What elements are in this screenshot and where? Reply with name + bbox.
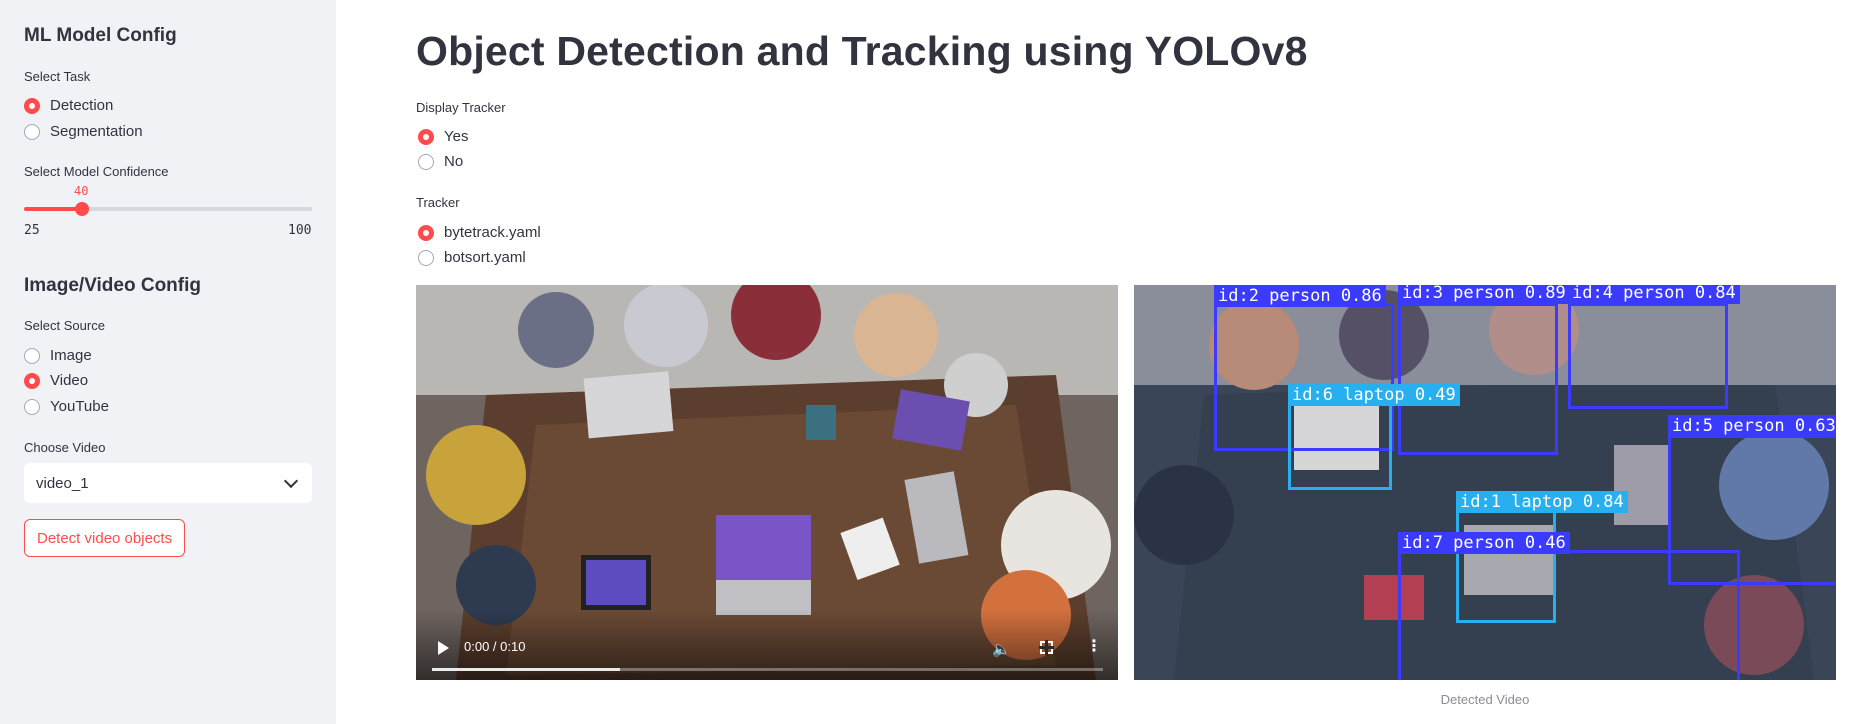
radio-selected-icon bbox=[24, 372, 40, 389]
fullscreen-icon[interactable] bbox=[1039, 640, 1054, 655]
confidence-slider[interactable] bbox=[24, 202, 312, 216]
video-progress-bar[interactable] bbox=[432, 668, 1103, 671]
detection-box bbox=[1568, 303, 1728, 409]
detection-label: id:7 person 0.46 bbox=[1398, 532, 1570, 554]
detection-label: id:3 person 0.89 bbox=[1398, 285, 1570, 304]
detection-box bbox=[1398, 303, 1558, 455]
radio-empty-icon bbox=[418, 153, 434, 170]
display-tracker-yes[interactable]: Yes bbox=[418, 128, 468, 145]
video-select-label: Choose Video bbox=[24, 440, 106, 455]
source-option-youtube[interactable]: YouTube bbox=[24, 398, 109, 415]
detected-video: id:2 person 0.86 id:3 person 0.89 id:4 p… bbox=[1134, 285, 1836, 680]
display-tracker-option-label: No bbox=[444, 153, 464, 170]
radio-empty-icon bbox=[24, 123, 40, 140]
display-tracker-option-label: Yes bbox=[444, 128, 469, 145]
task-option-label: Detection bbox=[50, 97, 114, 114]
radio-empty-icon bbox=[418, 249, 434, 266]
volume-icon[interactable]: 🔈 bbox=[992, 640, 1011, 658]
radio-selected-icon bbox=[24, 97, 40, 114]
source-option-video[interactable]: Video bbox=[24, 372, 88, 389]
radio-empty-icon bbox=[24, 398, 40, 415]
source-option-label: Video bbox=[50, 372, 89, 389]
play-icon[interactable] bbox=[438, 641, 449, 655]
source-video-player[interactable]: 0:00 / 0:10 🔈 ⋮ bbox=[416, 285, 1118, 680]
video-controls: 0:00 / 0:10 🔈 ⋮ bbox=[416, 610, 1118, 680]
detection-label: id:4 person 0.84 bbox=[1568, 285, 1740, 304]
detection-box bbox=[1288, 392, 1392, 490]
media-config-heading: Image/Video Config bbox=[24, 275, 202, 296]
video-time: 0:00 / 0:10 bbox=[464, 639, 526, 654]
task-option-detection[interactable]: Detection bbox=[24, 97, 113, 114]
sidebar: ML Model Config Select Task Detection Se… bbox=[0, 0, 336, 724]
ml-config-heading: ML Model Config bbox=[24, 25, 177, 46]
source-option-label: YouTube bbox=[50, 398, 109, 415]
detection-box bbox=[1398, 550, 1740, 680]
tracker-option-bytetrack[interactable]: bytetrack.yaml bbox=[418, 224, 541, 241]
detection-label: id:5 person 0.63 bbox=[1668, 415, 1836, 437]
display-tracker-label: Display Tracker bbox=[416, 100, 506, 115]
source-label: Select Source bbox=[24, 318, 105, 333]
slider-thumb[interactable] bbox=[75, 202, 89, 216]
detected-video-caption: Detected Video bbox=[1440, 692, 1530, 707]
confidence-max: 100 bbox=[288, 223, 312, 238]
confidence-value: 40 bbox=[74, 184, 89, 198]
video-select-value: video_1 bbox=[36, 474, 89, 492]
confidence-min: 25 bbox=[24, 223, 40, 238]
radio-selected-icon bbox=[418, 128, 434, 145]
tracker-option-label: bytetrack.yaml bbox=[444, 224, 541, 241]
detection-label: id:2 person 0.86 bbox=[1214, 285, 1386, 307]
source-option-image[interactable]: Image bbox=[24, 347, 92, 364]
video-select[interactable]: video_1 bbox=[24, 463, 312, 503]
chevron-down-icon bbox=[283, 473, 299, 488]
task-label: Select Task bbox=[24, 69, 91, 84]
more-options-icon[interactable]: ⋮ bbox=[1086, 639, 1102, 655]
tracker-option-label: botsort.yaml bbox=[444, 249, 526, 266]
slider-fill bbox=[24, 207, 82, 211]
tracker-label: Tracker bbox=[416, 195, 460, 210]
radio-empty-icon bbox=[24, 347, 40, 364]
detection-label: id:1 laptop 0.84 bbox=[1456, 491, 1628, 513]
page-title: Object Detection and Tracking using YOLO… bbox=[416, 28, 1308, 74]
detect-video-button[interactable]: Detect video objects bbox=[24, 519, 186, 557]
tracker-option-botsort[interactable]: botsort.yaml bbox=[418, 249, 526, 266]
display-tracker-no[interactable]: No bbox=[418, 153, 463, 170]
detection-label: id:6 laptop 0.49 bbox=[1288, 384, 1460, 406]
radio-selected-icon bbox=[418, 224, 434, 241]
confidence-label: Select Model Confidence bbox=[24, 164, 169, 179]
video-progress-fill bbox=[432, 668, 620, 671]
task-option-segmentation[interactable]: Segmentation bbox=[24, 123, 143, 140]
task-option-label: Segmentation bbox=[50, 123, 143, 140]
source-option-label: Image bbox=[50, 347, 92, 364]
